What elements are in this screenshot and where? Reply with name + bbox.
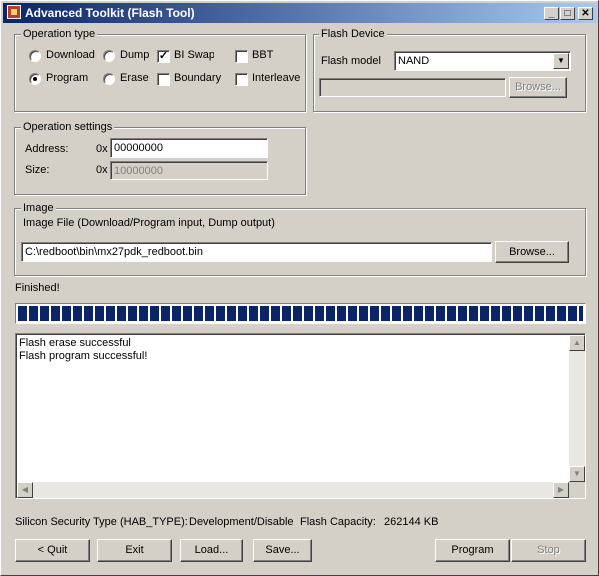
title-bar[interactable]: Advanced Toolkit (Flash Tool) _ □ ✕: [3, 3, 597, 23]
program-radio[interactable]: [29, 73, 41, 85]
interleave-checkbox[interactable]: [235, 73, 248, 86]
size-prefix: 0x: [96, 164, 108, 176]
image-browse-button[interactable]: Browse...: [495, 241, 569, 263]
erase-radio-label[interactable]: Erase: [120, 72, 149, 85]
vertical-scrollbar[interactable]: [569, 335, 585, 481]
flash-device-group: [313, 34, 586, 112]
flash-capacity-label: Flash Capacity:: [300, 516, 376, 528]
flash-model-value: NAND: [398, 55, 430, 67]
interleave-label[interactable]: Interleave: [252, 72, 300, 85]
bi-swap-checkbox[interactable]: ✓: [157, 50, 170, 63]
log-line: Flash erase successful: [19, 337, 131, 349]
program-button[interactable]: Program: [435, 539, 510, 562]
bbt-checkbox[interactable]: [235, 50, 248, 63]
dump-radio-label[interactable]: Dump: [120, 49, 149, 62]
scroll-up-icon[interactable]: ▲: [569, 335, 585, 351]
quit-button[interactable]: < Quit: [15, 539, 90, 562]
boundary-checkbox[interactable]: [157, 73, 170, 86]
size-input[interactable]: 10000000: [110, 161, 268, 180]
program-radio-label[interactable]: Program: [46, 72, 88, 85]
address-input[interactable]: 00000000: [110, 138, 268, 158]
window-title: Advanced Toolkit (Flash Tool): [25, 6, 195, 20]
address-value: 00000000: [114, 142, 163, 154]
image-file-input[interactable]: C:\redboot\bin\mx27pdk_redboot.bin: [21, 242, 492, 262]
download-radio[interactable]: [29, 50, 41, 62]
erase-radio[interactable]: [103, 73, 115, 85]
image-label: Image: [21, 202, 56, 214]
image-file-value: C:\redboot\bin\mx27pdk_redboot.bin: [25, 246, 203, 258]
stop-button[interactable]: Stop: [511, 539, 586, 562]
scroll-down-icon[interactable]: ▼: [569, 466, 585, 482]
address-label: Address:: [25, 143, 69, 155]
scroll-right-icon[interactable]: ▶: [553, 482, 569, 498]
flash-model-label: Flash model: [321, 55, 381, 67]
image-description: Image File (Download/Program input, Dump…: [23, 217, 275, 229]
app-icon: [7, 5, 21, 19]
load-button[interactable]: Load...: [180, 539, 243, 562]
chevron-down-icon[interactable]: ▼: [553, 53, 569, 69]
address-prefix: 0x: [96, 143, 108, 155]
log-line: Flash program successful!: [19, 350, 148, 362]
main-window: Advanced Toolkit (Flash Tool) _ □ ✕ Oper…: [0, 0, 599, 576]
progress-bar: [15, 303, 586, 324]
download-radio-label[interactable]: Download: [46, 49, 95, 62]
security-type-label: Silicon Security Type (HAB_TYPE):: [15, 516, 188, 528]
bbt-label[interactable]: BBT: [252, 49, 273, 62]
flash-capacity-value: 262144 KB: [384, 516, 439, 528]
flash-device-label: Flash Device: [319, 28, 387, 40]
size-label: Size:: [25, 164, 50, 176]
save-button[interactable]: Save...: [253, 539, 312, 562]
scroll-left-icon[interactable]: ◀: [17, 482, 33, 498]
operation-settings-label: Operation settings: [21, 121, 115, 133]
exit-button[interactable]: Exit: [97, 539, 172, 562]
size-value: 10000000: [114, 165, 163, 177]
flash-device-path-field[interactable]: [319, 78, 506, 97]
dump-radio[interactable]: [103, 50, 115, 62]
security-type-value: Development/Disable: [189, 516, 294, 528]
flash-device-browse-button[interactable]: Browse...: [509, 77, 567, 98]
progress-fill: [18, 306, 583, 321]
close-icon[interactable]: ✕: [578, 7, 593, 20]
bi-swap-label[interactable]: BI Swap: [174, 49, 214, 62]
minimize-icon[interactable]: _: [544, 7, 559, 20]
horizontal-scrollbar[interactable]: [17, 482, 569, 498]
flash-model-select[interactable]: NAND ▼: [394, 51, 571, 71]
log-textarea[interactable]: Flash erase successful Flash program succ…: [15, 333, 586, 499]
scrollbar-corner: [569, 482, 585, 498]
boundary-label[interactable]: Boundary: [174, 72, 221, 85]
maximize-icon[interactable]: □: [560, 7, 575, 20]
status-text: Finished!: [15, 282, 60, 294]
operation-type-label: Operation type: [21, 28, 98, 40]
